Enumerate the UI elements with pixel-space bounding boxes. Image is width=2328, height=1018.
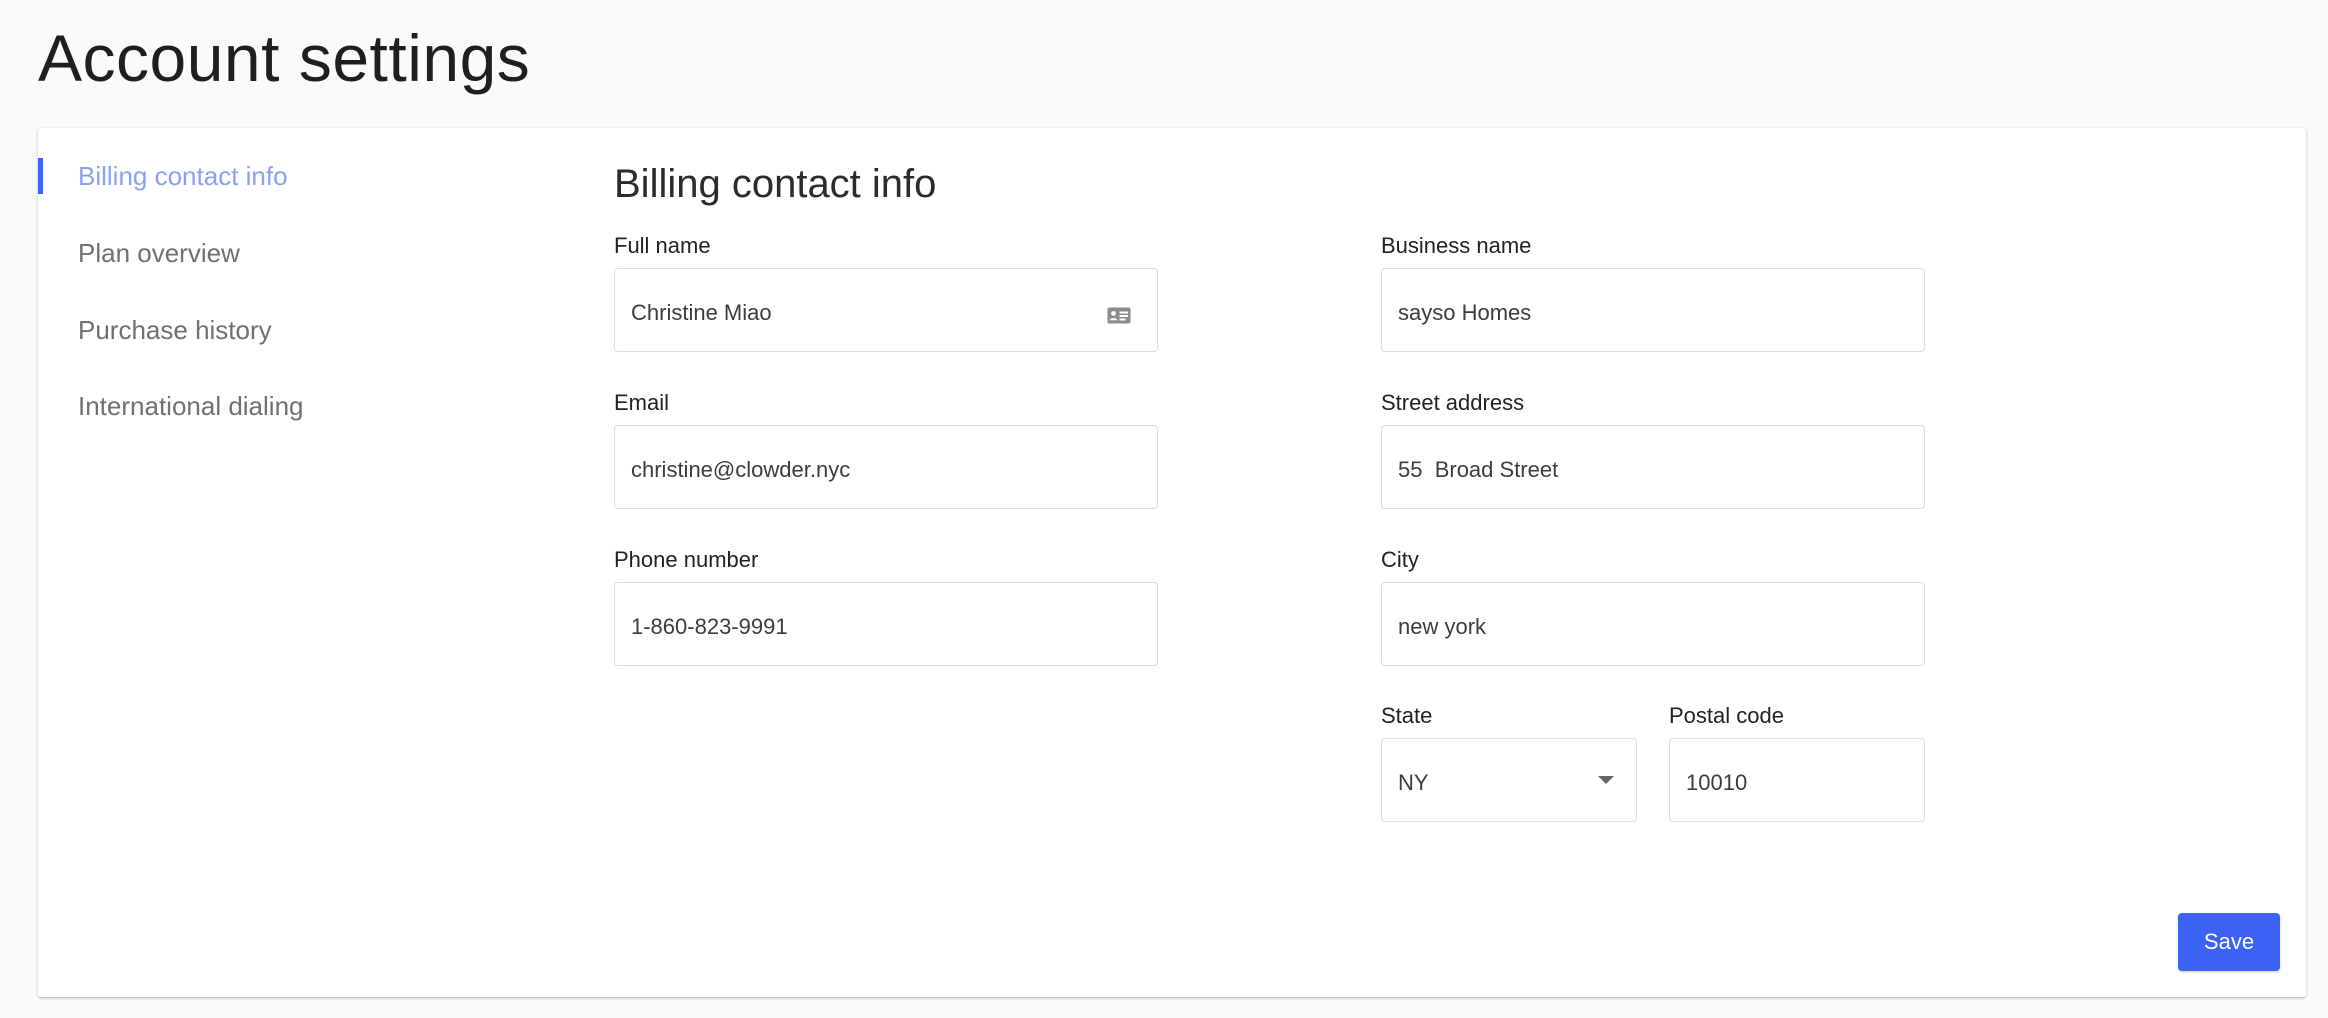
- street-address-field[interactable]: [1381, 425, 1925, 509]
- city-input[interactable]: [1398, 583, 1908, 665]
- nav-item-billing-contact-info[interactable]: Billing contact info: [78, 158, 288, 194]
- save-button[interactable]: Save: [2178, 913, 2280, 971]
- phone-number-input[interactable]: [631, 583, 1141, 665]
- postal-code-field[interactable]: [1669, 738, 1925, 822]
- street-address-label: Street address: [1381, 390, 1525, 415]
- page-title: Account settings: [38, 21, 531, 95]
- business-name-input[interactable]: [1398, 269, 1908, 351]
- state-selected-value: NY: [1398, 770, 1429, 795]
- section-title: Billing contact info: [614, 162, 937, 206]
- contact-card-icon[interactable]: [1107, 307, 1131, 324]
- business-name-label: Business name: [1381, 233, 1532, 258]
- active-nav-indicator: [38, 158, 43, 194]
- state-label: State: [1381, 703, 1433, 728]
- phone-number-field[interactable]: [614, 582, 1158, 666]
- postal-code-label: Postal code: [1669, 703, 1784, 728]
- nav-item-plan-overview[interactable]: Plan overview: [78, 235, 240, 271]
- postal-code-input[interactable]: [1686, 739, 1908, 821]
- state-select[interactable]: NY: [1381, 738, 1637, 822]
- full-name-field[interactable]: [614, 268, 1158, 352]
- email-input[interactable]: [631, 426, 1141, 508]
- settings-card: Billing contact info Plan overview Purch…: [38, 128, 2306, 997]
- caret-down-icon[interactable]: [1598, 776, 1614, 784]
- email-label: Email: [614, 390, 670, 415]
- email-field[interactable]: [614, 425, 1158, 509]
- full-name-label: Full name: [614, 233, 711, 258]
- nav-item-international-dialing[interactable]: International dialing: [78, 388, 304, 424]
- business-name-field[interactable]: [1381, 268, 1925, 352]
- full-name-input[interactable]: [631, 269, 1141, 351]
- city-label: City: [1381, 547, 1419, 572]
- nav-item-purchase-history[interactable]: Purchase history: [78, 312, 272, 348]
- phone-number-label: Phone number: [614, 547, 759, 572]
- city-field[interactable]: [1381, 582, 1925, 666]
- street-address-input[interactable]: [1398, 426, 1908, 508]
